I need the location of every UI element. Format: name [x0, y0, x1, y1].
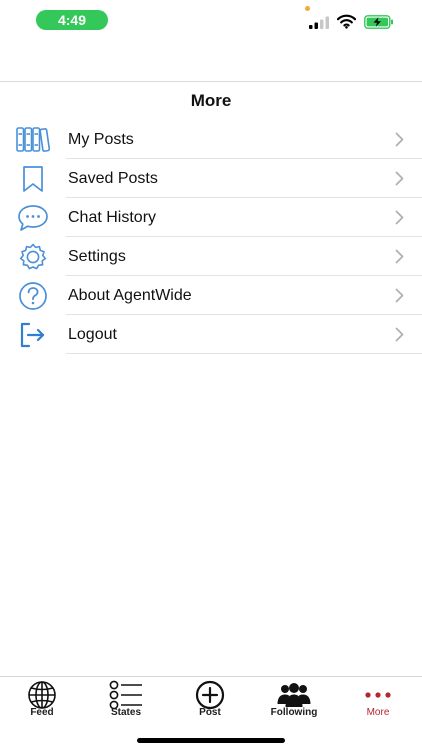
plus-circle-icon — [192, 680, 228, 710]
chevron-right-icon — [395, 249, 404, 264]
status-time: 4:49 — [36, 10, 108, 30]
nav-header: More — [0, 81, 422, 119]
chat-bubble-icon — [15, 203, 51, 233]
menu-item-label: Logout — [68, 326, 117, 343]
camera-indicator-dot — [305, 6, 310, 11]
bookmark-icon — [15, 164, 51, 194]
more-menu-list: My Posts Saved Posts Chat History Settin… — [0, 120, 422, 354]
tab-post[interactable]: Post — [168, 677, 252, 723]
cellular-signal-icon — [309, 16, 329, 29]
people-icon — [276, 680, 312, 710]
tab-label: More — [366, 707, 390, 718]
menu-item-settings[interactable]: Settings — [0, 237, 422, 276]
menu-item-label: About AgentWide — [68, 287, 192, 304]
tab-label: States — [110, 707, 141, 718]
menu-item-my-posts[interactable]: My Posts — [0, 120, 422, 159]
tab-label: Feed — [30, 707, 54, 718]
wifi-icon — [337, 14, 356, 29]
row-divider — [66, 353, 422, 354]
menu-item-label: Saved Posts — [68, 170, 158, 187]
menu-item-about[interactable]: About AgentWide — [0, 276, 422, 315]
page-title: More — [190, 91, 232, 110]
menu-item-saved-posts[interactable]: Saved Posts — [0, 159, 422, 198]
menu-item-label: Settings — [68, 248, 126, 265]
tab-more[interactable]: More — [336, 677, 420, 723]
chevron-right-icon — [395, 210, 404, 225]
tab-feed[interactable]: Feed — [0, 677, 84, 723]
books-icon — [15, 125, 51, 155]
home-indicator[interactable] — [137, 738, 285, 743]
battery-charging-icon — [364, 15, 393, 29]
list-icon — [108, 680, 144, 710]
menu-item-label: My Posts — [68, 131, 134, 148]
gear-icon — [15, 242, 51, 272]
chevron-right-icon — [395, 327, 404, 342]
tab-states[interactable]: States — [84, 677, 168, 723]
tab-following[interactable]: Following — [252, 677, 336, 723]
question-circle-icon — [15, 281, 51, 311]
status-bar: 4:49 — [0, 0, 422, 44]
tab-label: Post — [199, 707, 221, 718]
menu-item-logout[interactable]: Logout — [0, 315, 422, 354]
chevron-right-icon — [395, 288, 404, 303]
menu-item-chat-history[interactable]: Chat History — [0, 198, 422, 237]
globe-icon — [24, 680, 60, 710]
menu-item-label: Chat History — [68, 209, 157, 226]
logout-icon — [15, 320, 51, 350]
more-dots-icon — [360, 680, 396, 710]
tab-label: Following — [270, 707, 318, 718]
chevron-right-icon — [395, 132, 404, 147]
chevron-right-icon — [395, 171, 404, 186]
